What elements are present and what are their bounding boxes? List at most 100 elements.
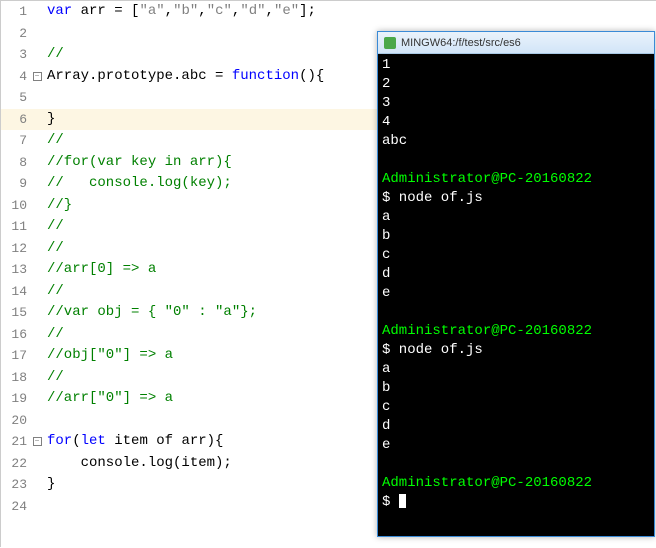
code-content[interactable]: // console.log(key);: [43, 173, 232, 195]
code-token: item of arr){: [106, 433, 224, 449]
line-number: 21: [1, 431, 31, 453]
terminal-cursor: [399, 494, 406, 508]
fold-gutter: [31, 410, 43, 432]
code-token: //: [47, 369, 64, 385]
code-content[interactable]: console.log(item);: [43, 453, 232, 475]
fold-gutter: [31, 109, 43, 131]
line-number: 3: [1, 44, 31, 66]
code-content[interactable]: [43, 87, 47, 109]
terminal-output-line: b: [382, 379, 650, 398]
line-number: 14: [1, 281, 31, 303]
code-content[interactable]: for(let item of arr){: [43, 431, 223, 453]
code-token: //: [47, 240, 64, 256]
line-number: 17: [1, 345, 31, 367]
code-token: //: [47, 283, 64, 299]
fold-gutter: [31, 173, 43, 195]
code-token: ];: [299, 3, 316, 19]
terminal-output-line: [382, 151, 650, 170]
fold-gutter: [31, 324, 43, 346]
code-content[interactable]: //: [43, 281, 64, 303]
code-token: arr = [: [72, 3, 139, 19]
code-token: //: [47, 218, 64, 234]
terminal-output-line: a: [382, 360, 650, 379]
line-number: 16: [1, 324, 31, 346]
fold-gutter: [31, 345, 43, 367]
code-token: "e": [274, 3, 299, 19]
code-token: }: [47, 476, 55, 492]
fold-minus-icon[interactable]: −: [33, 437, 42, 446]
line-number: 15: [1, 302, 31, 324]
code-content[interactable]: var arr = ["a","b","c","d","e"];: [43, 1, 316, 23]
code-content[interactable]: //for(var key in arr){: [43, 152, 232, 174]
terminal-output-line: $ node of.js: [382, 341, 650, 360]
code-content[interactable]: //: [43, 324, 64, 346]
code-token: //: [47, 46, 64, 62]
code-content[interactable]: //: [43, 44, 64, 66]
fold-gutter: [31, 388, 43, 410]
line-number: 4: [1, 66, 31, 88]
terminal-output-line: 1: [382, 56, 650, 75]
terminal-output-line: e: [382, 284, 650, 303]
code-token: //arr[0] => a: [47, 261, 156, 277]
code-content[interactable]: //: [43, 130, 64, 152]
fold-gutter: [31, 259, 43, 281]
code-content[interactable]: [43, 410, 47, 432]
fold-gutter: [31, 1, 43, 23]
fold-gutter: [31, 130, 43, 152]
terminal-output-line: e: [382, 436, 650, 455]
code-content[interactable]: [43, 496, 47, 518]
code-token: var: [47, 3, 72, 19]
line-number: 12: [1, 238, 31, 260]
code-token: ,: [165, 3, 173, 19]
code-content[interactable]: //arr["0"] => a: [43, 388, 173, 410]
code-content[interactable]: //: [43, 216, 64, 238]
code-token: //arr["0"] => a: [47, 390, 173, 406]
code-token: "c": [207, 3, 232, 19]
code-line[interactable]: 1var arr = ["a","b","c","d","e"];: [1, 1, 656, 23]
terminal-window[interactable]: MINGW64:/f/test/src/es6 1234abc Administ…: [377, 31, 655, 537]
code-token: (: [72, 433, 80, 449]
code-content[interactable]: Array.prototype.abc = function(){: [43, 66, 324, 88]
code-content[interactable]: //arr[0] => a: [43, 259, 156, 281]
code-content[interactable]: //var obj = { "0" : "a"};: [43, 302, 257, 324]
fold-gutter: [31, 44, 43, 66]
code-token: //: [47, 132, 64, 148]
terminal-prompt-line: Administrator@PC-20160822: [382, 322, 650, 341]
terminal-title: MINGW64:/f/test/src/es6: [401, 37, 521, 49]
code-token: Array.prototype.abc =: [47, 68, 232, 84]
terminal-output-line: c: [382, 246, 650, 265]
terminal-output-line: b: [382, 227, 650, 246]
code-token: //for(var key in arr){: [47, 154, 232, 170]
code-content[interactable]: }: [43, 109, 55, 131]
line-number: 2: [1, 23, 31, 45]
code-content[interactable]: }: [43, 474, 55, 496]
code-token: function: [232, 68, 299, 84]
line-number: 11: [1, 216, 31, 238]
fold-gutter[interactable]: −: [31, 66, 43, 88]
fold-gutter: [31, 281, 43, 303]
terminal-output-line: 3: [382, 94, 650, 113]
code-token: (){: [299, 68, 324, 84]
line-number: 7: [1, 130, 31, 152]
code-token: ,: [198, 3, 206, 19]
fold-gutter: [31, 474, 43, 496]
code-content[interactable]: //}: [43, 195, 72, 217]
code-token: //}: [47, 197, 72, 213]
line-number: 1: [1, 1, 31, 23]
code-content[interactable]: //: [43, 238, 64, 260]
fold-minus-icon[interactable]: −: [33, 72, 42, 81]
terminal-output-line: abc: [382, 132, 650, 151]
code-token: //: [47, 326, 64, 342]
terminal-output-line: [382, 303, 650, 322]
line-number: 10: [1, 195, 31, 217]
fold-gutter[interactable]: −: [31, 431, 43, 453]
code-content[interactable]: //: [43, 367, 64, 389]
terminal-output-line: c: [382, 398, 650, 417]
line-number: 18: [1, 367, 31, 389]
code-token: //obj["0"] => a: [47, 347, 173, 363]
terminal-titlebar[interactable]: MINGW64:/f/test/src/es6: [378, 32, 654, 54]
code-content[interactable]: //obj["0"] => a: [43, 345, 173, 367]
terminal-body[interactable]: 1234abc Administrator@PC-20160822$ node …: [378, 54, 654, 536]
code-content[interactable]: [43, 23, 47, 45]
terminal-output-line: d: [382, 265, 650, 284]
